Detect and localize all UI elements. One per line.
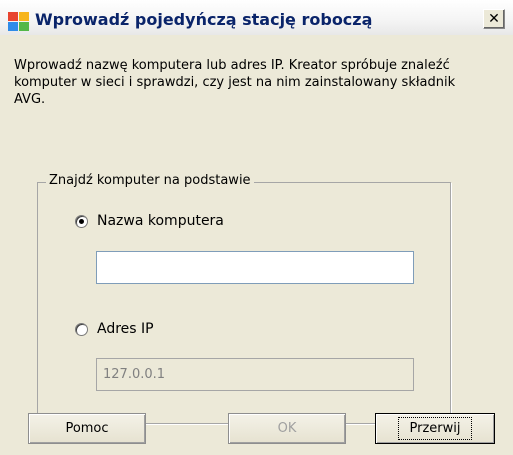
ok-button[interactable]: OK: [228, 413, 346, 444]
close-icon: ✕: [488, 11, 500, 27]
window-title: Wprowadź pojedyńczą stację roboczą: [35, 10, 373, 29]
dialog-content: Wprowadź nazwę komputera lub adres IP. K…: [0, 35, 513, 455]
groupbox-legend: Znajdź komputer na podstawie: [46, 173, 254, 188]
help-button[interactable]: Pomoc: [28, 413, 146, 444]
dialog-window: Wprowadź pojedyńczą stację roboczą ✕ Wpr…: [0, 0, 513, 455]
radio-ip-address[interactable]: Adres IP: [75, 321, 154, 337]
find-computer-groupbox: Znajdź komputer na podstawie Nazwa kompu…: [37, 173, 451, 424]
radio-computer-name[interactable]: Nazwa komputera: [75, 213, 224, 229]
radio-button-unchecked[interactable]: [75, 322, 88, 336]
radio-label-ip-address: Adres IP: [97, 321, 154, 337]
cancel-button-label: Przerwij: [397, 417, 473, 440]
close-button[interactable]: ✕: [483, 9, 505, 29]
radio-label-computer-name: Nazwa komputera: [97, 213, 224, 229]
description-text: Wprowadź nazwę komputera lub adres IP. K…: [14, 58, 456, 107]
cancel-button[interactable]: Przerwij: [375, 413, 495, 444]
radio-button-checked[interactable]: [75, 214, 88, 228]
ip-address-input[interactable]: 127.0.0.1: [96, 358, 414, 391]
computer-name-input[interactable]: [96, 251, 414, 284]
avg-app-icon: [8, 12, 29, 31]
title-bar[interactable]: Wprowadź pojedyńczą stację roboczą ✕: [0, 0, 513, 35]
